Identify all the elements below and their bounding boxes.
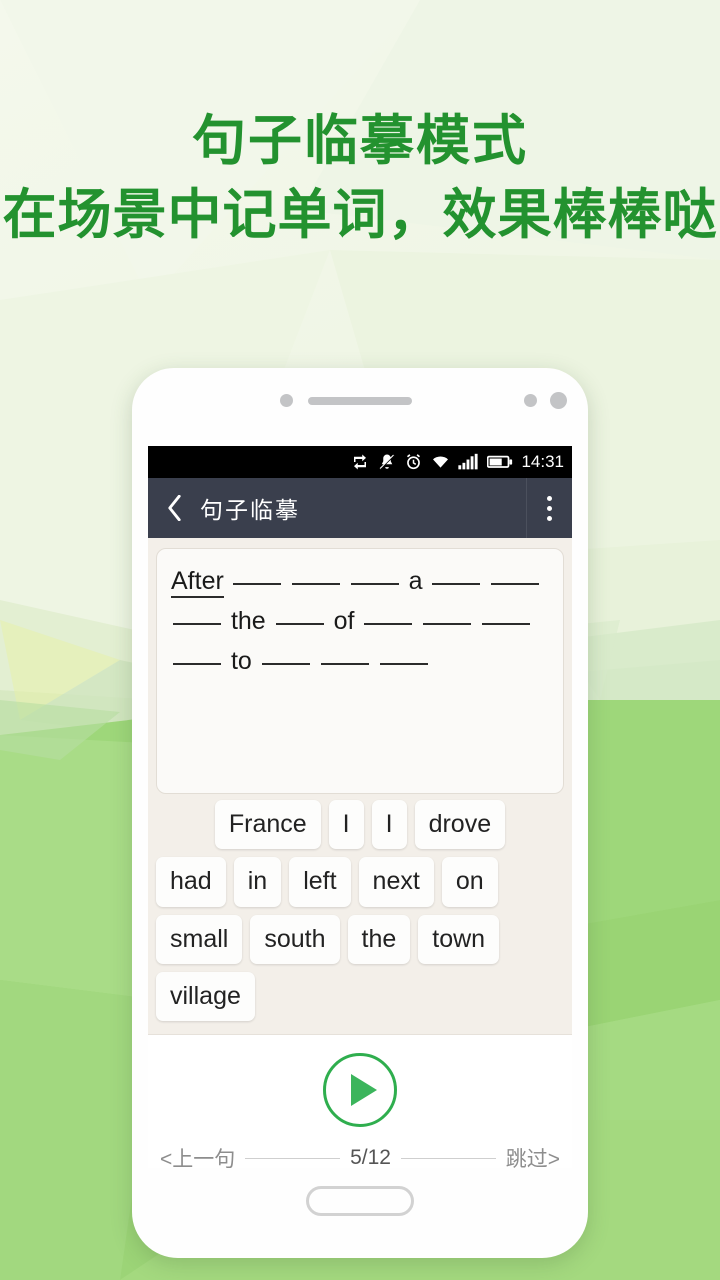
sentence-blank[interactable] <box>275 623 324 625</box>
sync-icon <box>354 454 367 470</box>
sentence-word: the <box>230 607 266 635</box>
word-chip[interactable]: France <box>214 800 321 850</box>
chevron-left-icon <box>167 495 181 521</box>
earpiece-speaker-icon <box>308 397 412 405</box>
word-chip[interactable]: left <box>289 857 351 907</box>
sentence-blank[interactable] <box>482 623 531 625</box>
sentence-blank[interactable] <box>173 623 221 625</box>
promo-headline: 句子临摹模式 在场景中记单词，效果棒棒哒 <box>0 110 720 249</box>
home-button[interactable] <box>306 1186 414 1216</box>
overflow-dot <box>547 495 552 501</box>
battery-icon <box>487 455 513 468</box>
word-bank-row: had in left next on <box>154 857 566 907</box>
sentence-blank[interactable] <box>491 583 540 585</box>
sentence-blank[interactable] <box>320 663 369 665</box>
word-chip[interactable]: had <box>156 857 226 907</box>
sentence-word: a <box>408 567 423 595</box>
sentence-area: After a the of to <box>148 538 572 794</box>
player-controls: <上一句 5/12 跳过> <box>148 1034 572 1168</box>
phone-top-bezel <box>132 368 588 446</box>
word-bank-row: France I Idrove <box>154 800 566 850</box>
word-bank: France I Idrove had in left next on small south th… <box>148 794 572 1034</box>
word-chip[interactable]: next <box>358 857 434 907</box>
sentence-blank[interactable] <box>232 583 281 585</box>
word-chip[interactable]: village <box>156 971 255 1021</box>
word-chip[interactable]: small <box>156 914 243 964</box>
sentence-blank[interactable] <box>350 583 399 585</box>
headline-line-2: 在场景中记单词，效果棒棒哒 <box>2 184 718 245</box>
word-chip[interactable]: the <box>347 914 411 964</box>
word-chip[interactable]: on <box>441 857 498 907</box>
word-bank-row: village <box>154 971 566 1021</box>
bell-muted-icon <box>380 454 395 470</box>
word-chip[interactable]: in <box>233 857 282 907</box>
divider-right <box>400 1157 496 1159</box>
play-button[interactable] <box>323 1053 397 1127</box>
status-bar: 14:31 <box>148 446 572 478</box>
word-bank-row: small south the town <box>154 914 566 964</box>
sentence-word: of <box>333 607 355 635</box>
divider-left <box>245 1157 341 1159</box>
app-bar-title: 句子临摹 <box>200 497 300 523</box>
word-chip[interactable]: I <box>371 800 407 850</box>
skip-sentence-button[interactable]: 跳过> <box>506 1143 560 1168</box>
sentence-blank[interactable] <box>364 623 413 625</box>
alarm-clock-icon <box>407 454 421 470</box>
back-button[interactable] <box>148 478 200 538</box>
sentence-blank[interactable] <box>173 663 221 665</box>
sentence-card[interactable]: After a the of to <box>156 548 564 794</box>
status-bar-clock: 14:31 <box>521 452 564 471</box>
word-chip[interactable]: town <box>418 914 500 964</box>
sentence-blank[interactable] <box>291 583 340 585</box>
play-icon <box>350 1074 377 1106</box>
word-chip[interactable]: drove <box>414 800 506 850</box>
signal-bars-icon <box>458 453 479 470</box>
proximity-sensor-icon <box>524 394 537 407</box>
overflow-menu-button[interactable] <box>526 478 572 538</box>
headline-line-1: 句子临摹模式 <box>192 111 528 171</box>
front-camera-icon <box>550 392 567 409</box>
sentence-blank[interactable] <box>423 623 472 625</box>
phone-mockup: 14:31 句子临摹 After a the of to France I Idro… <box>132 368 588 1258</box>
word-chip[interactable]: I <box>328 800 364 850</box>
sentence-blank[interactable] <box>261 663 310 665</box>
overflow-dot <box>547 515 552 521</box>
app-bar: 句子临摹 <box>148 478 572 538</box>
previous-sentence-button[interactable]: <上一句 <box>160 1143 235 1168</box>
word-chip[interactable]: south <box>250 914 340 964</box>
sentence-filled-word: After <box>171 567 224 598</box>
sentence-navigation: <上一句 5/12 跳过> <box>148 1127 572 1168</box>
sentence-blank[interactable] <box>432 583 481 585</box>
sentence-word: to <box>230 647 252 675</box>
sentence-blank[interactable] <box>379 663 428 665</box>
wifi-icon <box>433 456 449 468</box>
sensor-dot-icon <box>280 394 293 407</box>
overflow-dot <box>547 505 552 511</box>
phone-screen: 14:31 句子临摹 After a the of to France I Idro… <box>148 446 572 1168</box>
sentence-counter: 5/12 <box>350 1146 391 1168</box>
